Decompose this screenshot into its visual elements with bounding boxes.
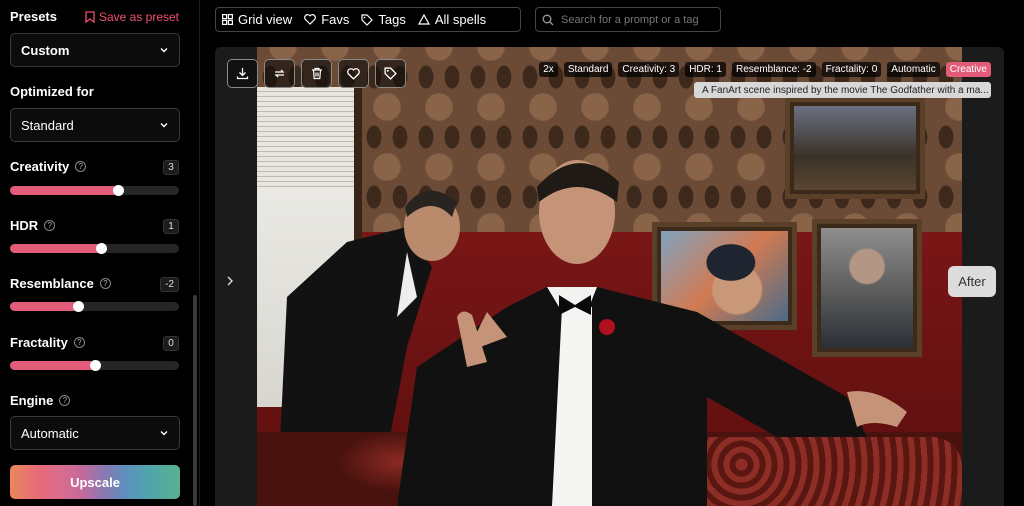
save-preset-button[interactable]: Save as preset	[85, 10, 179, 24]
search-input[interactable]: Search for a prompt or a tag	[535, 7, 721, 32]
presets-header: Presets Save as preset	[10, 9, 179, 24]
tag-button[interactable]	[375, 59, 406, 88]
help-icon[interactable]: ?	[99, 278, 111, 290]
fractality-header: Fractality? 0	[10, 334, 179, 352]
help-icon[interactable]: ?	[73, 337, 85, 349]
upscaled-image	[257, 47, 962, 506]
tag-hdr: HDR: 1	[685, 62, 726, 77]
engine-select-value: Automatic	[21, 425, 79, 441]
tag-resemblance: Resemblance: -2	[732, 62, 816, 77]
sidebar: Presets Save as preset Custom Optimized …	[0, 0, 200, 506]
creativity-slider[interactable]	[10, 185, 179, 196]
chevron-down-icon	[160, 123, 168, 128]
resemblance-header: Resemblance? -2	[10, 275, 179, 293]
tag-creativity: Creativity: 3	[618, 62, 680, 77]
hdr-slider[interactable]	[10, 243, 179, 254]
godfather-figure	[397, 160, 907, 506]
help-icon[interactable]: ?	[59, 395, 71, 407]
creativity-header: Creativity? 3	[10, 158, 179, 176]
engine-header: Engine?	[10, 392, 179, 410]
tag-icon	[384, 67, 397, 80]
search-icon	[542, 14, 554, 25]
favorite-button[interactable]	[338, 59, 369, 88]
resemblance-label: Resemblance	[10, 276, 94, 291]
fractality-slider-handle[interactable]	[89, 360, 101, 371]
tag-fractality: Fractality: 0	[821, 62, 882, 77]
all-spells-button[interactable]: All spells	[417, 12, 487, 27]
tag-optimized: Standard	[563, 62, 613, 77]
chevron-down-icon	[160, 48, 168, 53]
tag-engine: Automatic	[887, 62, 940, 77]
all-spells-label: All spells	[434, 12, 487, 27]
creativity-value: 3	[163, 159, 179, 175]
tag-icon	[361, 13, 374, 26]
upscale-button[interactable]: Upscale	[10, 465, 180, 499]
tags-label: Tags	[378, 12, 406, 27]
hdr-value: 1	[163, 218, 179, 234]
tag-scale: 2x	[539, 62, 558, 77]
trash-icon	[311, 67, 322, 80]
after-toggle-button[interactable]: After	[948, 266, 996, 297]
creativity-label: Creativity	[10, 159, 70, 174]
engine-select[interactable]: Automatic	[10, 416, 180, 450]
repeat-icon	[274, 69, 285, 78]
image-viewer: 2x Standard Creativity: 3 HDR: 1 Resembl…	[215, 47, 1004, 506]
delete-button[interactable]	[301, 59, 332, 88]
expand-sidebar-area[interactable]	[215, 47, 257, 506]
chevron-down-icon	[160, 431, 168, 436]
optimized-select-value: Standard	[21, 117, 74, 133]
heart-icon	[304, 14, 317, 25]
prompt-text: A FanArt scene inspired by the movie The…	[702, 84, 989, 96]
preset-select-value: Custom	[21, 42, 70, 58]
download-button[interactable]	[227, 59, 258, 88]
search-placeholder: Search for a prompt or a tag	[561, 13, 699, 26]
resemblance-slider-fill	[10, 302, 78, 311]
resemblance-slider-handle[interactable]	[72, 301, 84, 312]
heart-icon	[347, 67, 360, 80]
triangle-icon	[417, 14, 430, 25]
optimized-select[interactable]: Standard	[10, 108, 180, 142]
fractality-value: 0	[163, 335, 179, 351]
fractality-label: Fractality	[10, 335, 68, 350]
presets-label: Presets	[10, 9, 57, 24]
download-icon	[236, 68, 249, 80]
fractality-slider-fill	[10, 361, 95, 370]
help-icon[interactable]: ?	[75, 161, 87, 173]
resemblance-value: -2	[160, 276, 179, 292]
view-filter-group: Grid view Favs Tags All spells	[215, 7, 521, 32]
creativity-slider-handle[interactable]	[113, 185, 125, 196]
resemblance-slider[interactable]	[10, 301, 179, 312]
help-icon[interactable]: ?	[44, 220, 56, 232]
tag-creative: Creative	[945, 62, 991, 77]
favs-label: Favs	[321, 12, 350, 27]
save-preset-label: Save as preset	[98, 9, 179, 24]
preset-select[interactable]: Custom	[10, 33, 180, 67]
sidebar-scrollbar[interactable]	[193, 295, 197, 506]
engine-label: Engine	[10, 393, 54, 408]
favs-button[interactable]: Favs	[304, 12, 349, 27]
optimized-label: Optimized for	[10, 84, 94, 99]
creativity-slider-fill	[10, 186, 119, 195]
grid-icon	[222, 14, 233, 25]
hdr-label: HDR	[10, 218, 39, 233]
tags-button[interactable]: Tags	[361, 12, 406, 27]
hdr-header: HDR? 1	[10, 217, 179, 235]
optimized-header: Optimized for	[10, 84, 179, 99]
grid-view-button[interactable]: Grid view	[222, 12, 292, 27]
hdr-slider-fill	[10, 244, 102, 253]
grid-view-label: Grid view	[238, 12, 293, 27]
fractality-slider[interactable]	[10, 360, 179, 371]
prompt-copy-chip[interactable]: A FanArt scene inspired by the movie The…	[694, 82, 991, 98]
bookmark-icon	[85, 10, 95, 23]
repeat-button[interactable]	[264, 59, 295, 88]
settings-tags: 2x Standard Creativity: 3 HDR: 1 Resembl…	[539, 62, 991, 77]
chevron-right-icon[interactable]	[225, 275, 235, 287]
hdr-slider-handle[interactable]	[96, 243, 108, 254]
